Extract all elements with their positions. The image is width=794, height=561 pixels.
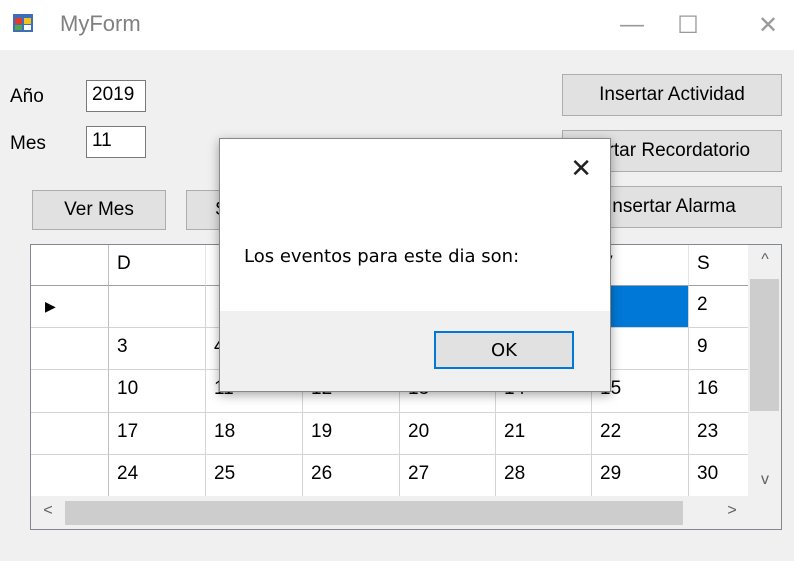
ver-mes-button[interactable]: Ver Mes (32, 190, 166, 230)
day-cell[interactable]: 19 (303, 413, 400, 455)
minimize-button[interactable]: — (600, 0, 664, 50)
day-cell[interactable]: 27 (400, 455, 496, 497)
day-cell[interactable]: 28 (496, 455, 592, 497)
window-title: MyForm (60, 11, 141, 36)
day-cell[interactable]: 23 (689, 413, 749, 455)
column-header[interactable]: D (109, 245, 206, 286)
vertical-scrollbar[interactable]: ^ v (748, 245, 781, 497)
message-dialog: ✕ Los eventos para este dia son: OK (219, 138, 611, 392)
horizontal-scroll-thumb[interactable] (65, 501, 683, 525)
grid-corner-header (31, 245, 109, 286)
day-cell[interactable]: 24 (109, 455, 206, 497)
day-cell[interactable]: 21 (496, 413, 592, 455)
dialog-message: Los eventos para este dia son: (244, 246, 520, 267)
day-cell[interactable]: 29 (592, 455, 689, 497)
day-cell[interactable]: 10 (109, 370, 206, 413)
scroll-left-icon[interactable]: < (33, 502, 63, 520)
month-label: Mes (10, 133, 46, 154)
dialog-close-icon[interactable]: ✕ (570, 153, 592, 184)
app-icon (13, 14, 33, 32)
row-header[interactable] (31, 455, 109, 497)
minimize-icon: — (620, 11, 644, 38)
scroll-up-icon[interactable]: ^ (750, 251, 780, 269)
ok-button[interactable]: OK (434, 331, 574, 369)
year-label: Año (10, 86, 44, 107)
vertical-scroll-thumb[interactable] (750, 279, 779, 411)
day-cell[interactable]: 17 (109, 413, 206, 455)
day-cell[interactable]: 2 (689, 286, 749, 328)
scroll-corner (748, 496, 781, 529)
title-bar: MyForm — ☐ ✕ (0, 0, 794, 50)
row-header[interactable] (31, 370, 109, 413)
day-cell[interactable]: 3 (109, 328, 206, 370)
day-cell[interactable]: 9 (689, 328, 749, 370)
day-cell[interactable]: 16 (689, 370, 749, 413)
day-cell[interactable]: 26 (303, 455, 400, 497)
row-header[interactable] (31, 413, 109, 455)
scroll-right-icon[interactable]: > (717, 502, 747, 520)
day-cell[interactable] (109, 286, 206, 328)
insertar-actividad-button[interactable]: Insertar Actividad (562, 74, 782, 116)
month-input[interactable]: 11 (86, 126, 146, 158)
maximize-icon: ☐ (677, 11, 699, 39)
column-header[interactable]: S (689, 245, 749, 286)
day-cell[interactable]: 30 (689, 455, 749, 497)
day-cell[interactable]: 22 (592, 413, 689, 455)
maximize-button[interactable]: ☐ (656, 0, 720, 50)
current-row-indicator: ▶ (31, 286, 109, 328)
scroll-down-icon[interactable]: v (750, 471, 780, 489)
day-cell[interactable]: 20 (400, 413, 496, 455)
row-header[interactable] (31, 328, 109, 370)
close-icon: ✕ (757, 11, 779, 39)
day-cell[interactable]: 18 (206, 413, 303, 455)
year-input[interactable]: 2019 (86, 80, 146, 112)
horizontal-scrollbar[interactable]: < > (31, 496, 748, 529)
day-cell[interactable]: 25 (206, 455, 303, 497)
dialog-footer: OK (220, 311, 610, 391)
close-button[interactable]: ✕ (736, 0, 794, 50)
